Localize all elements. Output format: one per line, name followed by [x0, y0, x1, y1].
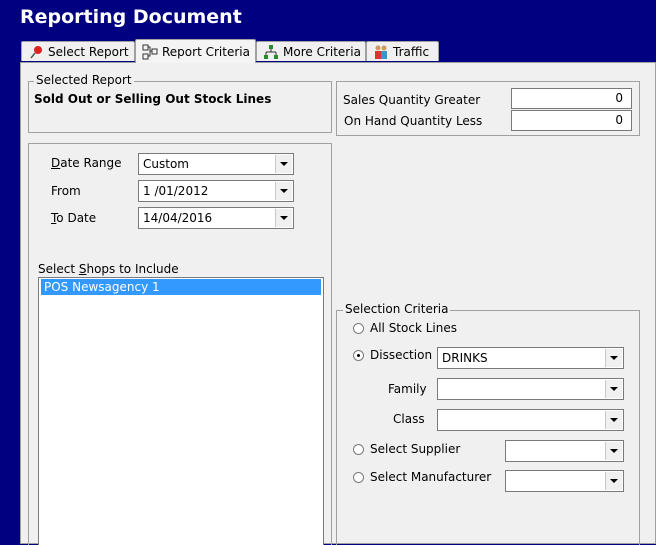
chevron-down-icon[interactable]: [605, 472, 622, 490]
selection-criteria-label: Selection Criteria: [343, 302, 451, 316]
date-range-label: Date Range: [51, 156, 122, 170]
network-tree-icon: [142, 44, 158, 60]
people-icon: [373, 44, 389, 60]
dissection-label: Dissection: [370, 348, 433, 362]
list-item[interactable]: POS Newsagency 1: [41, 279, 321, 295]
chevron-down-icon[interactable]: [275, 209, 292, 227]
window-title: Reporting Document: [20, 6, 242, 28]
manufacturer-select[interactable]: [505, 470, 624, 492]
onhand-quantity-label: On Hand Quantity Less: [344, 114, 483, 128]
chevron-down-icon[interactable]: [605, 442, 622, 460]
pushpin-icon: [28, 44, 44, 60]
to-date-label: To Date: [51, 211, 97, 225]
sales-quantity-input[interactable]: 0: [511, 88, 632, 109]
to-date-picker[interactable]: 14/04/2016: [138, 207, 294, 229]
from-date-value: 1 /01/2012: [143, 184, 209, 198]
select-supplier-label: Select Supplier: [370, 442, 461, 456]
selected-report-name: Sold Out or Selling Out Stock Lines: [34, 92, 272, 106]
dissection-select[interactable]: DRINKS: [437, 347, 624, 369]
class-select[interactable]: [437, 409, 624, 431]
report-criteria-panel: Selected Report Sold Out or Selling Out …: [20, 62, 656, 545]
branch-tree-icon: [263, 44, 279, 60]
from-date-picker[interactable]: 1 /01/2012: [138, 180, 294, 202]
all-stock-lines-label: All Stock Lines: [370, 321, 457, 335]
supplier-select[interactable]: [505, 440, 624, 462]
tab-label: Select Report: [48, 44, 129, 59]
select-supplier-radio[interactable]: [353, 444, 364, 455]
dissection-radio[interactable]: [353, 350, 364, 361]
chevron-down-icon[interactable]: [275, 155, 292, 173]
select-manufacturer-radio[interactable]: [353, 472, 364, 483]
dissection-value: DRINKS: [442, 351, 488, 365]
selected-report-label: Selected Report: [34, 73, 134, 87]
selected-report-group: [28, 81, 332, 133]
tab-more-criteria[interactable]: More Criteria: [256, 41, 366, 61]
chevron-down-icon[interactable]: [605, 349, 622, 367]
to-date-value: 14/04/2016: [143, 211, 213, 225]
onhand-quantity-input[interactable]: 0: [511, 110, 632, 131]
family-select[interactable]: [437, 378, 624, 400]
tab-select-report[interactable]: Select Report: [21, 41, 135, 61]
chevron-down-icon[interactable]: [605, 411, 622, 429]
tab-report-criteria[interactable]: Report Criteria: [135, 39, 256, 63]
from-label: From: [51, 184, 81, 198]
chevron-down-icon[interactable]: [605, 380, 622, 398]
all-stock-lines-radio[interactable]: [353, 323, 364, 334]
select-shops-label: Select Shops to Include: [38, 262, 179, 276]
shops-listbox[interactable]: POS Newsagency 1: [38, 277, 324, 545]
tab-label: More Criteria: [283, 44, 361, 59]
select-manufacturer-label: Select Manufacturer: [370, 470, 492, 484]
tab-traffic[interactable]: Traffic: [366, 41, 439, 61]
tab-label: Report Criteria: [162, 44, 250, 59]
class-label: Class: [393, 412, 425, 426]
date-range-value: Custom: [143, 157, 189, 171]
tab-label: Traffic: [393, 44, 430, 59]
sales-quantity-label: Sales Quantity Greater: [343, 93, 481, 107]
date-range-select[interactable]: Custom: [138, 153, 294, 175]
chevron-down-icon[interactable]: [275, 182, 292, 200]
family-label: Family: [388, 382, 427, 396]
